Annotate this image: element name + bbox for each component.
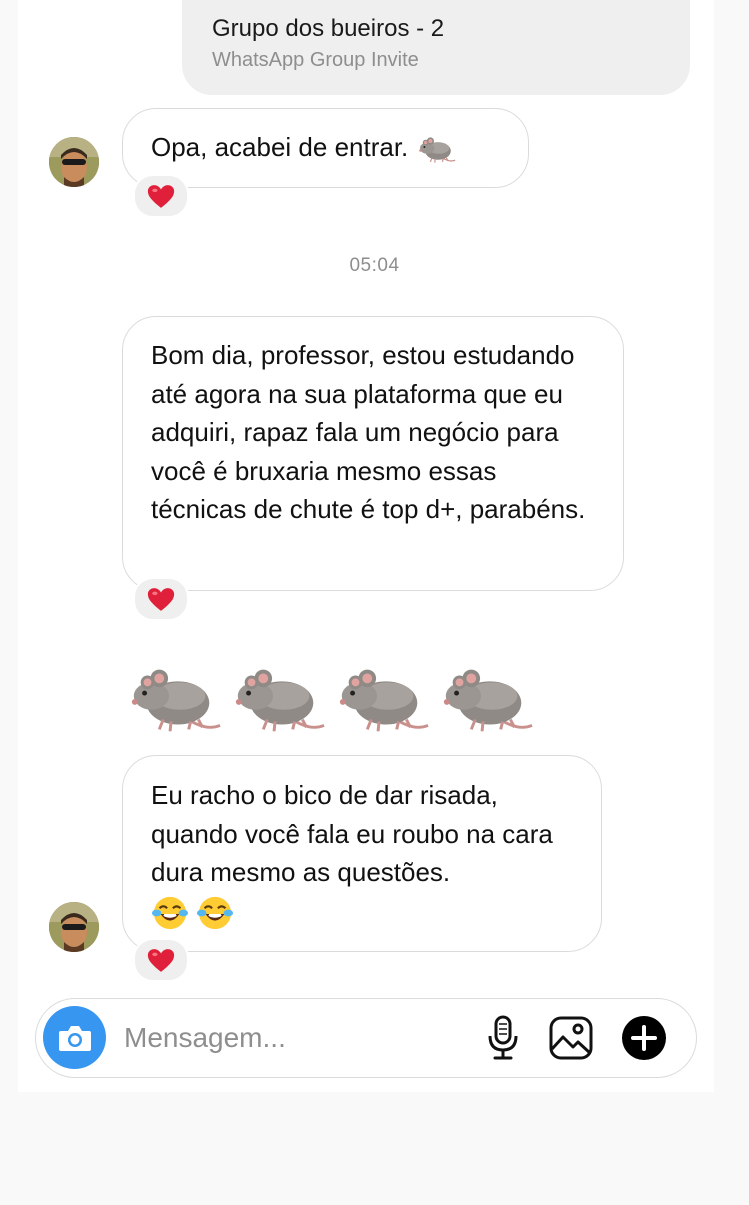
red-heart-icon: [147, 184, 175, 209]
message-bubble[interactable]: Opa, acabei de entrar.: [122, 108, 529, 188]
red-heart-icon: [147, 948, 175, 973]
microphone-icon: [488, 1015, 518, 1060]
face-with-tears-of-joy-emoji: [196, 894, 234, 932]
avatar-image: [49, 902, 99, 952]
message-composer: [35, 998, 697, 1078]
invite-title: Grupo dos bueiros - 2: [212, 15, 445, 42]
message-bubble[interactable]: Bom dia, professor, estou estudando até …: [122, 316, 624, 591]
reaction-badge[interactable]: [133, 938, 189, 982]
invite-subtitle: WhatsApp Group Invite: [212, 49, 419, 71]
rat-emoji: [416, 133, 456, 165]
gallery-button[interactable]: [547, 1014, 595, 1062]
avatar[interactable]: [49, 137, 99, 187]
reaction-badge[interactable]: [133, 174, 189, 218]
camera-button[interactable]: [43, 1006, 106, 1069]
rat-emoji: [436, 658, 534, 738]
message-bubble[interactable]: Eu racho o bico de dar risada, quando vo…: [122, 755, 602, 952]
rat-emoji: [332, 658, 430, 738]
rat-emoji: [124, 658, 222, 738]
reaction-badge[interactable]: [133, 577, 189, 621]
camera-icon: [58, 1025, 91, 1051]
message-text: Opa, acabei de entrar.: [151, 132, 409, 162]
avatar-image: [49, 137, 99, 187]
avatar[interactable]: [49, 902, 99, 952]
emoji-message[interactable]: [124, 658, 544, 742]
red-heart-icon: [147, 587, 175, 612]
gallery-icon: [549, 1016, 593, 1060]
message-input[interactable]: [124, 1019, 454, 1057]
microphone-button[interactable]: [479, 1014, 527, 1062]
timestamp: 05:04: [349, 255, 400, 276]
message-text: Bom dia, professor, estou estudando até …: [151, 340, 586, 524]
group-invite-card[interactable]: Grupo dos bueiros - 2 WhatsApp Group Inv…: [182, 0, 690, 95]
face-with-tears-of-joy-emoji: [151, 894, 189, 932]
rat-emoji: [228, 658, 326, 738]
message-text: Eu racho o bico de dar risada, quando vo…: [151, 780, 553, 887]
plus-circle-icon: [622, 1016, 666, 1060]
add-button[interactable]: [620, 1014, 668, 1062]
